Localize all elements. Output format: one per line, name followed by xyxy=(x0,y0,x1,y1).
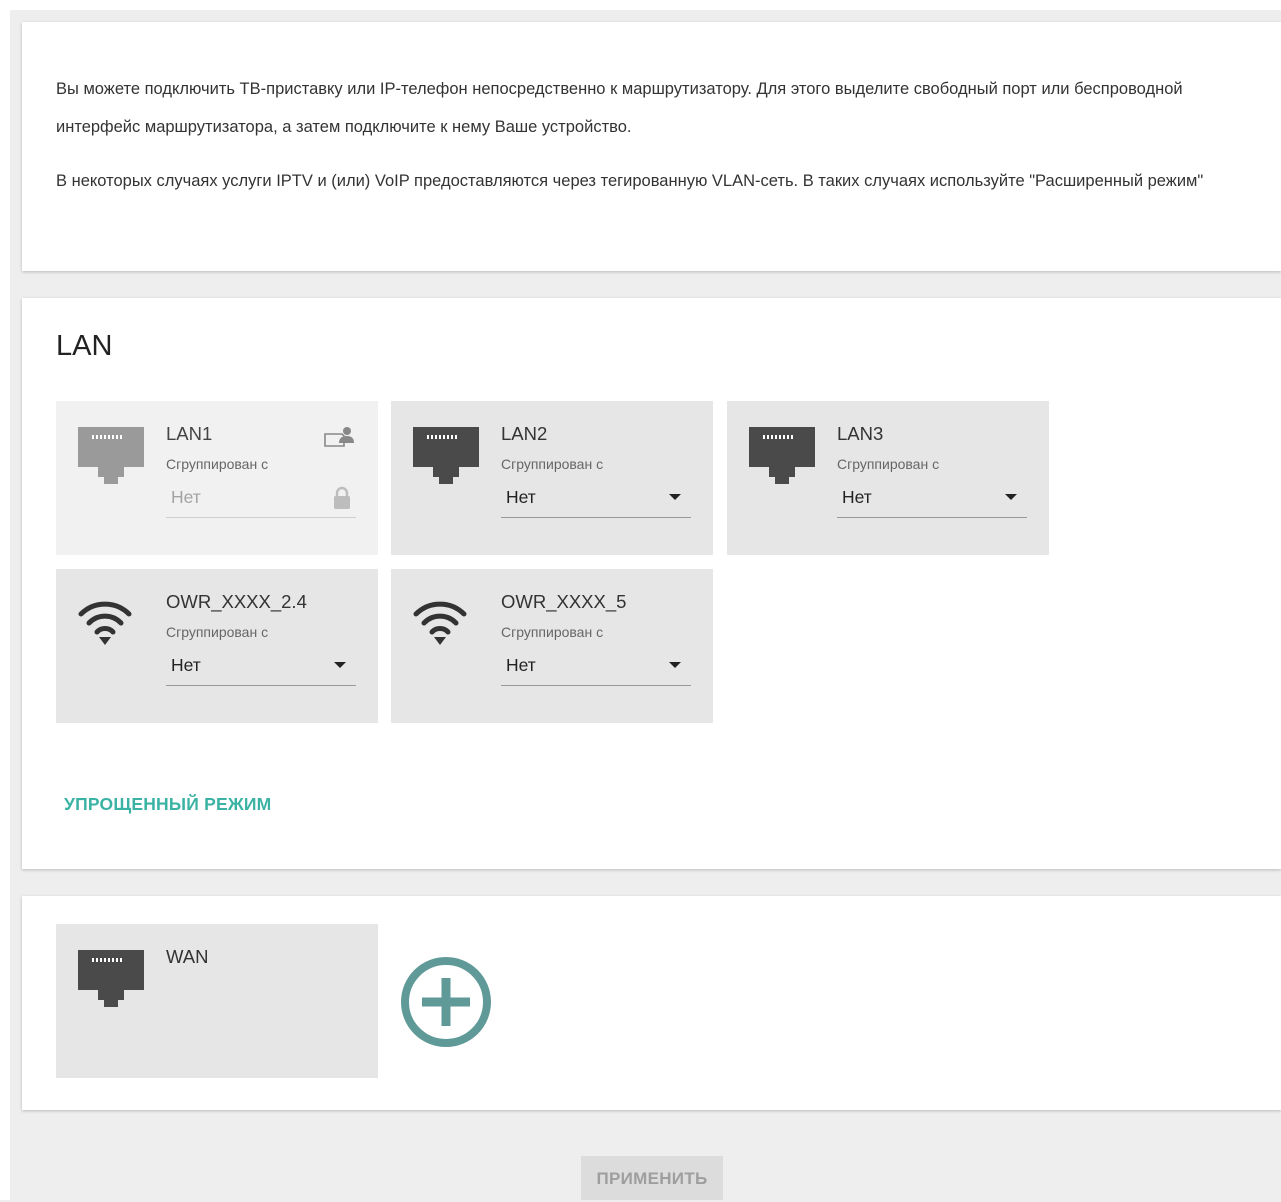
port-tile-wan[interactable]: WAN xyxy=(56,924,378,1078)
port-name: LAN1 xyxy=(166,423,213,444)
info-text: Вы можете подключить ТВ-приставку или IP… xyxy=(56,70,1236,216)
grouped-with-label: Сгруппирован с xyxy=(501,456,604,472)
port-name: LAN3 xyxy=(837,423,884,444)
port-name: LAN2 xyxy=(501,423,548,444)
port-tile-wifi-2-4[interactable]: OWR_XXXX_2.4 Сгруппирован с Нет xyxy=(56,569,378,723)
info-card: Вы можете подключить ТВ-приставку или IP… xyxy=(22,22,1281,271)
wifi-icon xyxy=(76,597,134,654)
group-select-value: Нет xyxy=(506,487,536,507)
group-select-lan2[interactable]: Нет xyxy=(501,481,691,518)
port-tile-wifi-5[interactable]: OWR_XXXX_5 Сгруппирован с Нет xyxy=(391,569,713,723)
group-select-wifi-5[interactable]: Нет xyxy=(501,649,691,686)
lan-card: LAN LAN1 Сгруппирован с Нет LAN2 Сгруппи… xyxy=(22,298,1281,869)
wan-card: WAN xyxy=(22,896,1281,1110)
lock-icon xyxy=(332,486,352,515)
port-name: OWR_XXXX_5 xyxy=(501,591,627,612)
chevron-down-icon xyxy=(334,662,346,668)
chevron-down-icon xyxy=(1005,494,1017,500)
user-group-icon xyxy=(324,426,354,455)
ethernet-port-icon xyxy=(413,427,479,490)
simple-mode-link[interactable]: УПРОЩЕННЫЙ РЕЖИМ xyxy=(64,794,271,815)
ethernet-port-icon xyxy=(749,427,815,490)
port-tile-lan1[interactable]: LAN1 Сгруппирован с Нет xyxy=(56,401,378,555)
port-tile-lan2[interactable]: LAN2 Сгруппирован с Нет xyxy=(391,401,713,555)
grouped-with-label: Сгруппирован с xyxy=(166,456,269,472)
port-tile-lan3[interactable]: LAN3 Сгруппирован с Нет xyxy=(727,401,1049,555)
grouped-with-label: Сгруппирован с xyxy=(837,456,940,472)
ethernet-port-icon xyxy=(78,427,144,490)
group-select-lan3[interactable]: Нет xyxy=(837,481,1027,518)
group-select-value: Нет xyxy=(171,487,201,507)
grouped-with-label: Сгруппирован с xyxy=(166,624,269,640)
grouped-with-label: Сгруппирован с xyxy=(501,624,604,640)
ethernet-port-icon xyxy=(78,950,144,1013)
chevron-down-icon xyxy=(669,662,681,668)
chevron-down-icon xyxy=(669,494,681,500)
port-name: WAN xyxy=(166,946,209,967)
apply-button[interactable]: ПРИМЕНИТЬ xyxy=(581,1156,723,1200)
port-name: OWR_XXXX_2.4 xyxy=(166,591,307,612)
left-strip xyxy=(0,0,10,1200)
info-paragraph-1: Вы можете подключить ТВ-приставку или IP… xyxy=(56,80,1183,136)
top-strip xyxy=(0,0,1281,10)
group-select-lan1: Нет xyxy=(166,481,356,518)
plus-circle-icon[interactable] xyxy=(400,956,492,1053)
group-select-value: Нет xyxy=(506,655,536,675)
group-select-value: Нет xyxy=(171,655,201,675)
group-select-wifi-2-4[interactable]: Нет xyxy=(166,649,356,686)
wifi-icon xyxy=(411,597,469,654)
lan-section-title: LAN xyxy=(56,330,113,362)
info-paragraph-2: В некоторых случаях услуги IPTV и (или) … xyxy=(56,172,1204,190)
group-select-value: Нет xyxy=(842,487,872,507)
